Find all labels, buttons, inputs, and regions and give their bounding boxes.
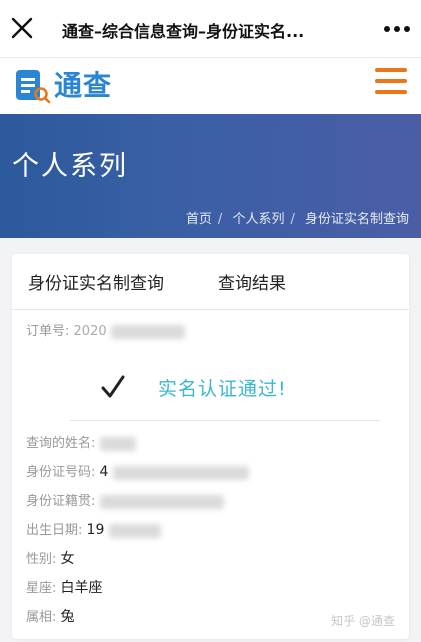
more-options-icon[interactable] [383,22,411,36]
hamburger-menu-icon[interactable] [375,68,407,98]
order-number-label: 订单号: [26,324,70,339]
section-heading: 个人系列 [12,151,128,182]
redacted-value [110,324,185,339]
detail-row-birth-date: 出生日期: 19 [26,519,249,548]
brand-name[interactable]: 通查 [54,64,112,104]
origin-label: 身份证籍贯: [26,494,96,509]
id-number-value: 4 [99,464,109,480]
checkmark-icon [101,375,125,398]
order-number: 订单号: 2020 [26,320,185,339]
section-banner: 个人系列 首页 / 个人系列 / 身份证实名制查询 [0,114,421,238]
breadcrumb-personal-series[interactable]: 个人系列 [232,212,284,227]
zodiac-value: 白羊座 [60,580,103,596]
breadcrumb-current: 身份证实名制查询 [304,212,409,227]
order-number-value: 2020 [73,324,107,339]
birth-date-label: 出生日期: [26,523,83,538]
detail-row-zodiac: 星座: 白羊座 [26,577,249,606]
redacted-value [99,494,224,509]
chinese-zodiac-value: 兔 [60,609,75,625]
verification-message: 实名认证通过! [158,378,287,400]
divider [70,420,380,421]
detail-row-id-number: 身份证号码: 4 [26,461,249,490]
detail-row-origin: 身份证籍贯: [26,490,249,519]
tab-bar: 身份证实名制查询 查询结果 [12,254,409,310]
birth-date-value: 19 [86,522,105,538]
tab-id-verification[interactable]: 身份证实名制查询 [28,269,164,294]
chinese-zodiac-label: 属相: [26,610,57,625]
brand-header: 通查 [0,58,421,114]
breadcrumb-home[interactable]: 首页 [186,212,212,227]
name-label: 查询的姓名: [26,436,96,451]
redacted-value [108,523,161,538]
verification-status: 实名认证通过! [12,362,409,412]
page-title: 通查–综合信息查询–身份证实名... [62,22,305,41]
tab-query-result[interactable]: 查询结果 [218,269,286,294]
app-top-bar: 通查–综合信息查询–身份证实名... [0,0,421,58]
id-number-label: 身份证号码: [26,465,96,480]
redacted-value [99,436,136,451]
breadcrumb: 首页 / 个人系列 / 身份证实名制查询 [185,212,409,227]
zodiac-label: 星座: [26,581,57,596]
detail-row-name: 查询的姓名: [26,432,249,461]
detail-row-gender: 性别: 女 [26,548,249,577]
gender-label: 性别: [26,552,57,567]
logo-icon[interactable] [14,66,52,104]
watermark: 知乎 @通查 [331,614,395,628]
gender-value: 女 [60,551,75,567]
result-card: 身份证实名制查询 查询结果 订单号: 2020 实名认证通过! 查询的姓名: 身… [12,254,409,639]
redacted-value [112,465,249,480]
detail-row-chinese-zodiac: 属相: 兔 [26,606,249,635]
detail-list: 查询的姓名: 身份证号码: 4 身份证籍贯: 出生日期: 19 性别: 女 星座… [26,432,249,635]
close-icon[interactable] [8,14,36,42]
